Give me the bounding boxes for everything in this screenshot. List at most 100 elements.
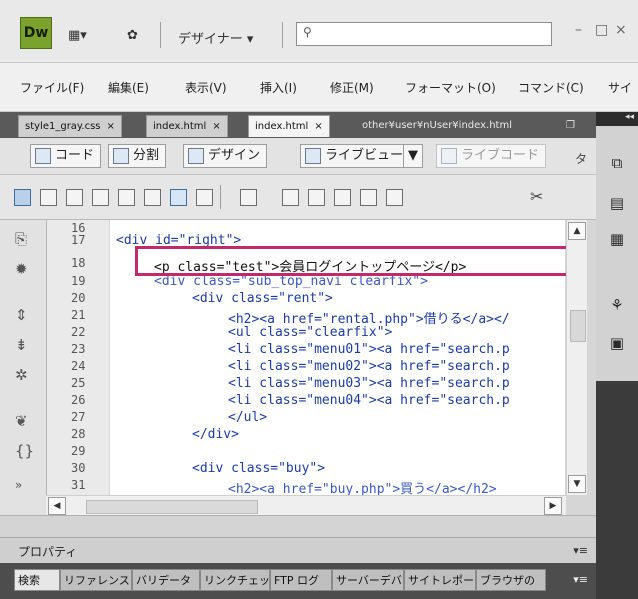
document-tab-strip: style1_gray.css × index.html × index.html ×…: [0, 112, 596, 138]
assets-panel-icon[interactable]: ▣: [606, 334, 628, 352]
line-number: 23: [71, 342, 86, 356]
open-documents-side-icon[interactable]: ⎘: [15, 230, 27, 248]
validate-icon[interactable]: [170, 189, 187, 206]
tab-label: index.html: [153, 121, 207, 132]
scroll-up-button[interactable]: ▲: [568, 222, 586, 240]
show-code-navigator-icon[interactable]: ✹: [15, 260, 28, 278]
menu-view[interactable]: 表示(V): [185, 79, 227, 96]
ap-elements-icon[interactable]: ▦: [606, 230, 628, 248]
tab-browser-compat[interactable]: ブラウザの: [476, 569, 546, 591]
live-view-icon: [305, 147, 321, 164]
scroll-left-button[interactable]: ◀: [48, 497, 66, 515]
code-line: <div class="sub_top_navi clearfix">: [154, 274, 428, 289]
close-icon[interactable]: ×: [314, 121, 322, 132]
close-icon[interactable]: ×: [107, 121, 115, 132]
select-parent-icon[interactable]: [334, 189, 351, 206]
line-number: 25: [71, 376, 86, 390]
preview-icon[interactable]: [66, 189, 83, 206]
menu-format[interactable]: フォーマット(O): [405, 79, 496, 96]
close-icon[interactable]: ×: [212, 121, 220, 132]
tab-index-html[interactable]: index.html ×: [146, 115, 228, 137]
insert-panel-icon[interactable]: ⧉: [606, 154, 628, 172]
menu-file[interactable]: ファイル(F): [20, 79, 84, 96]
live-view-button[interactable]: ライブビュー: [300, 144, 411, 168]
multiscreen-icon[interactable]: [40, 189, 57, 206]
open-documents-icon[interactable]: [240, 189, 257, 206]
line-number: 29: [71, 444, 86, 458]
scroll-thumb[interactable]: [86, 500, 258, 514]
gear-icon[interactable]: ✿: [127, 28, 138, 43]
collapse-tag-icon[interactable]: [282, 189, 299, 206]
layout-menu-icon[interactable]: ▦▾: [68, 28, 87, 43]
collapse-full-tag-icon[interactable]: ⇕: [15, 306, 28, 324]
line-number: 26: [71, 393, 86, 407]
menu-modify[interactable]: 修正(M): [330, 79, 374, 96]
line-number: 30: [71, 461, 86, 475]
minimize-button[interactable]: –: [575, 22, 582, 38]
properties-title[interactable]: プロパティ: [18, 543, 77, 560]
tab-server-debug[interactable]: サーバーデバッグ: [332, 569, 404, 591]
balance-braces-icon[interactable]: [360, 189, 377, 206]
line-number: 17: [71, 233, 86, 247]
expand-all-side-icon[interactable]: ✲: [15, 366, 28, 384]
code-line: <li class="menu02"><a href="search.p: [228, 359, 510, 374]
tab-index-html-active[interactable]: index.html ×: [248, 115, 330, 137]
live-view-dropdown[interactable]: ▼: [403, 144, 423, 168]
tab-search[interactable]: 検索: [14, 569, 60, 591]
code-line: </div>: [192, 427, 239, 442]
design-view-button[interactable]: デザイン: [183, 144, 268, 168]
coding-side-toolbar: ⎘ ✹ ⇕ ⇟ ✲ ❦ {} »: [0, 220, 47, 516]
tab-label: index.html: [255, 121, 309, 132]
menu-commands[interactable]: コマンド(C): [518, 79, 584, 96]
files-panel-icon[interactable]: ⚘: [606, 296, 628, 314]
scroll-thumb[interactable]: [570, 310, 586, 342]
vertical-scrollbar[interactable]: ▲ ▼: [566, 220, 587, 495]
tab-reference[interactable]: リファレンス: [60, 569, 132, 591]
line-numbers-icon[interactable]: [386, 189, 403, 206]
restore-document-icon[interactable]: ❐: [560, 115, 581, 137]
split-view-label: 分割: [133, 148, 160, 163]
menu-insert[interactable]: 挿入(I): [260, 79, 297, 96]
code-view-button[interactable]: コード: [30, 144, 102, 168]
panel-options-icon[interactable]: ▾≡: [573, 573, 588, 586]
split-view-button[interactable]: 分割: [108, 144, 167, 168]
tab-validator[interactable]: バリデータ: [132, 569, 200, 591]
css-styles-icon[interactable]: ▤: [606, 194, 628, 212]
browser-check-icon[interactable]: [144, 189, 161, 206]
visual-aids-icon[interactable]: [118, 189, 135, 206]
file-management-icon[interactable]: [196, 189, 213, 206]
scroll-down-button[interactable]: ▼: [568, 475, 586, 493]
line-number: 31: [71, 478, 86, 492]
tab-style1-gray-css[interactable]: style1_gray.css ×: [18, 115, 122, 137]
design-view-label: デザイン: [208, 148, 261, 163]
close-button[interactable]: ×: [615, 22, 627, 38]
live-code-label: ライブコード: [461, 148, 540, 163]
collapse-dock-icon[interactable]: ◂◂: [596, 112, 638, 126]
line-number: 28: [71, 427, 86, 441]
search-input[interactable]: ⚲: [296, 22, 552, 46]
overflow-title-label: タ: [575, 152, 588, 166]
collapse-selection-icon[interactable]: ⇟: [15, 336, 28, 354]
menu-site[interactable]: サイ: [608, 79, 632, 96]
balance-braces-side-icon[interactable]: {}: [15, 442, 34, 460]
refresh-icon[interactable]: [92, 189, 109, 206]
scroll-right-button[interactable]: ▶: [544, 497, 562, 515]
code-line: <li class="menu03"><a href="search.p: [228, 376, 510, 391]
tab-link-checker[interactable]: リンクチェッカー: [200, 569, 270, 591]
more-tools-icon[interactable]: »: [15, 478, 22, 492]
workspace-switcher[interactable]: デザイナー ▾: [178, 28, 253, 47]
line-number: 19: [71, 274, 86, 288]
menu-edit[interactable]: 編集(E): [108, 79, 149, 96]
code-navigator-icon[interactable]: [14, 189, 31, 206]
expand-all-icon[interactable]: [308, 189, 325, 206]
select-parent-tag-icon[interactable]: ❦: [15, 412, 28, 430]
tab-ftp-log[interactable]: FTP ログ: [270, 569, 332, 591]
tab-site-reports[interactable]: サイトレポート: [404, 569, 476, 591]
live-code-button[interactable]: ライブコード: [436, 144, 547, 168]
line-number-gutter: 16 17 18 19 20 21 22 23 24 25 26 27 28 2…: [47, 220, 109, 495]
status-bar: [0, 515, 596, 538]
panel-options-icon[interactable]: ▾≡: [573, 544, 588, 557]
scissors-icon[interactable]: ✂: [530, 187, 543, 206]
maximize-button[interactable]: □: [595, 22, 608, 38]
horizontal-scrollbar[interactable]: ◀ ▶: [46, 495, 566, 516]
